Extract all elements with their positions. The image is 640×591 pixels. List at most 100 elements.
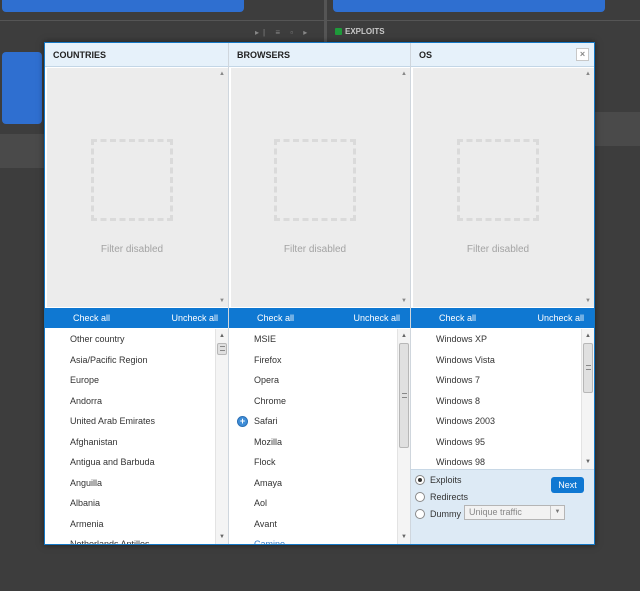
chevron-down-icon[interactable]: ▼ bbox=[550, 506, 564, 519]
browsers-uncheck-all-button[interactable]: Uncheck all bbox=[353, 308, 400, 328]
filter-placeholder-icon bbox=[457, 139, 539, 221]
countries-uncheck-all-button[interactable]: Uncheck all bbox=[171, 308, 218, 328]
list-item[interactable]: Windows Vista bbox=[411, 350, 581, 371]
browsers-filter-scrollbar[interactable]: ▲ ▼ bbox=[399, 68, 410, 307]
scroll-up-icon[interactable]: ▲ bbox=[585, 333, 591, 339]
list-item[interactable]: Windows 98 bbox=[411, 452, 581, 469]
list-item[interactable]: Anguilla bbox=[45, 473, 215, 494]
list-item[interactable]: Camino bbox=[229, 534, 397, 544]
list-item[interactable]: Aol bbox=[229, 493, 397, 514]
scroll-down-icon[interactable]: ▼ bbox=[219, 534, 225, 540]
countries-list-scrollbar[interactable]: ▲ ▼ bbox=[215, 329, 228, 544]
scroll-thumb[interactable] bbox=[217, 343, 227, 355]
list-item[interactable]: Netherlands Antilles bbox=[45, 534, 215, 544]
list-item[interactable]: Europe bbox=[45, 370, 215, 391]
os-uncheck-all-button[interactable]: Uncheck all bbox=[537, 308, 584, 328]
countries-list: Other country Asia/Pacific Region Europe… bbox=[45, 329, 215, 544]
traffic-options-panel: Exploits Redirects Dummy Unique traffic … bbox=[411, 469, 594, 544]
radio-button-selected[interactable] bbox=[415, 475, 425, 485]
exploits-icon bbox=[335, 28, 342, 35]
traffic-type-value: Unique traffic bbox=[469, 507, 522, 517]
radio-button[interactable] bbox=[415, 509, 425, 519]
filter-disabled-text: Filter disabled bbox=[100, 244, 164, 255]
os-filter-area: Filter disabled bbox=[413, 68, 583, 307]
scroll-up-icon[interactable]: ▲ bbox=[401, 333, 407, 339]
scroll-up-icon[interactable]: ▲ bbox=[585, 71, 591, 77]
browsers-check-bar: Check all Uncheck all bbox=[229, 308, 410, 328]
scroll-down-icon[interactable]: ▼ bbox=[401, 534, 407, 540]
filter-disabled-text: Filter disabled bbox=[466, 244, 530, 255]
list-item-label: Safari bbox=[254, 416, 278, 426]
radio-button[interactable] bbox=[415, 492, 425, 502]
browsers-list: MSIE Firefox Opera Chrome + Safari Mozill… bbox=[229, 329, 397, 544]
list-item[interactable]: Amaya bbox=[229, 473, 397, 494]
list-item[interactable]: Albania bbox=[45, 493, 215, 514]
countries-check-bar: Check all Uncheck all bbox=[45, 308, 228, 328]
scroll-up-icon[interactable]: ▲ bbox=[401, 71, 407, 77]
scroll-up-icon[interactable]: ▲ bbox=[219, 71, 225, 77]
add-icon[interactable]: + bbox=[237, 416, 248, 427]
os-check-all-button[interactable]: Check all bbox=[439, 308, 476, 328]
browsers-header: BROWSERS bbox=[229, 43, 410, 67]
os-list-scrollbar[interactable]: ▲ ▼ bbox=[581, 329, 594, 469]
background-panel-left bbox=[0, 134, 44, 168]
os-header-title: OS bbox=[419, 50, 433, 60]
close-icon[interactable]: × bbox=[576, 48, 589, 61]
list-item[interactable]: Mozilla bbox=[229, 432, 397, 453]
os-check-bar: Check all Uncheck all bbox=[411, 308, 594, 328]
os-list: Windows XP Windows Vista Windows 7 Windo… bbox=[411, 329, 581, 469]
list-item[interactable]: Antigua and Barbuda bbox=[45, 452, 215, 473]
list-item[interactable]: Windows XP bbox=[411, 329, 581, 350]
countries-check-all-button[interactable]: Check all bbox=[73, 308, 110, 328]
scroll-down-icon[interactable]: ▼ bbox=[401, 298, 407, 304]
countries-header: COUNTRIES bbox=[45, 43, 228, 67]
browsers-list-scrollbar[interactable]: ▲ ▼ bbox=[397, 329, 410, 544]
list-item[interactable]: Chrome bbox=[229, 391, 397, 412]
background-panel-right bbox=[595, 112, 640, 146]
list-item[interactable]: Firefox bbox=[229, 350, 397, 371]
background-divider bbox=[0, 20, 640, 21]
list-item[interactable]: Windows 95 bbox=[411, 432, 581, 453]
radio-exploits[interactable]: Exploits bbox=[415, 475, 462, 485]
filter-placeholder-icon bbox=[91, 139, 173, 221]
list-item[interactable]: Windows 2003 bbox=[411, 411, 581, 432]
list-item[interactable]: Windows 8 bbox=[411, 391, 581, 412]
filter-dialog: COUNTRIES Filter disabled ▲ ▼ Check all U… bbox=[44, 42, 595, 545]
radio-dummy[interactable]: Dummy bbox=[415, 509, 461, 519]
list-item[interactable]: MSIE bbox=[229, 329, 397, 350]
background-exploits-header: EXPLOITS bbox=[335, 27, 385, 36]
radio-redirects-label: Redirects bbox=[430, 492, 469, 502]
radio-dummy-label: Dummy bbox=[430, 509, 461, 519]
list-item[interactable]: Armenia bbox=[45, 514, 215, 535]
next-button[interactable]: Next bbox=[551, 477, 584, 493]
radio-redirects[interactable]: Redirects bbox=[415, 492, 468, 502]
countries-filter-scrollbar[interactable]: ▲ ▼ bbox=[217, 68, 228, 307]
scroll-down-icon[interactable]: ▼ bbox=[219, 298, 225, 304]
os-filter-scrollbar[interactable]: ▲ ▼ bbox=[583, 68, 594, 307]
list-item[interactable]: Andorra bbox=[45, 391, 215, 412]
os-header: OS × bbox=[411, 43, 594, 67]
browsers-check-all-button[interactable]: Check all bbox=[257, 308, 294, 328]
list-item[interactable]: Avant bbox=[229, 514, 397, 535]
scroll-up-icon[interactable]: ▲ bbox=[219, 333, 225, 339]
scroll-thumb[interactable] bbox=[583, 343, 593, 393]
scroll-down-icon[interactable]: ▼ bbox=[585, 459, 591, 465]
traffic-type-select[interactable]: Unique traffic ▼ bbox=[464, 505, 565, 520]
background-toolbar-icons: ▸| ≡ ▫ ▸ bbox=[255, 28, 312, 37]
scroll-thumb[interactable] bbox=[399, 343, 409, 448]
background-blue-block bbox=[2, 52, 42, 124]
list-item[interactable]: Other country bbox=[45, 329, 215, 350]
list-item[interactable]: United Arab Emirates bbox=[45, 411, 215, 432]
list-item[interactable]: Afghanistan bbox=[45, 432, 215, 453]
list-item-hovered[interactable]: + Safari bbox=[229, 411, 397, 432]
background-blue-bar-left bbox=[2, 0, 244, 12]
list-item[interactable]: Opera bbox=[229, 370, 397, 391]
browsers-filter-area: Filter disabled bbox=[231, 68, 399, 307]
countries-filter-area: Filter disabled bbox=[47, 68, 217, 307]
list-item[interactable]: Asia/Pacific Region bbox=[45, 350, 215, 371]
list-item[interactable]: Windows 7 bbox=[411, 370, 581, 391]
scroll-down-icon[interactable]: ▼ bbox=[585, 298, 591, 304]
list-item[interactable]: Flock bbox=[229, 452, 397, 473]
radio-exploits-label: Exploits bbox=[430, 475, 462, 485]
browsers-column: BROWSERS Filter disabled ▲ ▼ Check all Un… bbox=[228, 43, 410, 544]
